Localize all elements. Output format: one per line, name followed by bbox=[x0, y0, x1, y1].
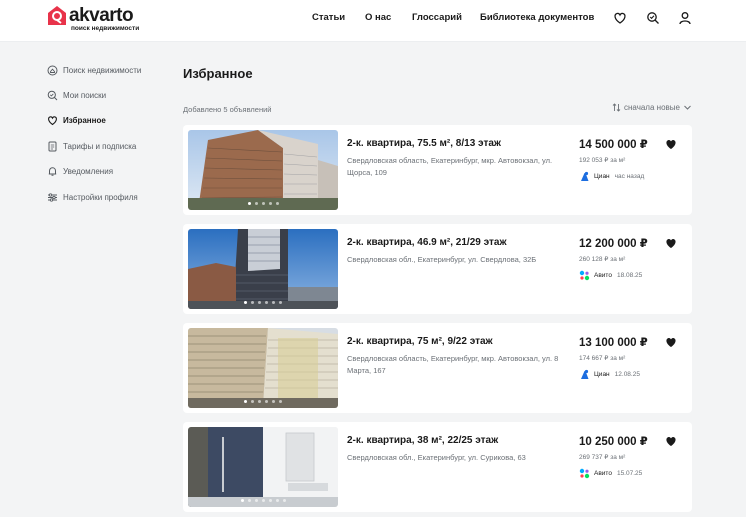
photo-dots[interactable] bbox=[188, 301, 338, 304]
listing-price: 14 500 000 ₽ bbox=[579, 139, 648, 151]
heart-icon bbox=[48, 115, 57, 125]
listing-title[interactable]: 2-к. квартира, 46.9 м², 21/29 этаж bbox=[347, 237, 507, 248]
interior-photo bbox=[188, 427, 338, 507]
price-per-meter: 174 667 ₽ за м² bbox=[579, 355, 626, 362]
cian-icon bbox=[581, 369, 589, 379]
search-home-icon bbox=[47, 65, 58, 75]
sidebar-item-property-search[interactable]: Поиск недвижимости bbox=[47, 62, 141, 78]
source-date: час назад bbox=[614, 172, 645, 180]
listing-card[interactable]: 2-к. квартира, 75.5 м², 8/13 этаж Свердл… bbox=[183, 125, 692, 215]
logo-house-icon bbox=[48, 6, 66, 25]
user-icon[interactable] bbox=[678, 11, 692, 25]
sidebar-item-tariffs[interactable]: Тарифы и подписка bbox=[47, 138, 136, 154]
logo-tagline: поиск недвижимости bbox=[71, 25, 140, 32]
sidebar-item-label: Поиск недвижимости bbox=[63, 65, 142, 75]
nav-about[interactable]: О нас bbox=[365, 12, 391, 23]
favorite-heart-icon[interactable] bbox=[665, 336, 677, 348]
listing-photo[interactable] bbox=[188, 130, 338, 210]
sidebar-item-notifications[interactable]: Уведомления bbox=[47, 163, 113, 179]
photo-dots[interactable] bbox=[188, 499, 338, 502]
sort-dropdown[interactable]: сначала новые bbox=[612, 103, 692, 112]
photo-dots[interactable] bbox=[188, 202, 338, 205]
building-photo bbox=[188, 328, 338, 408]
listing-price: 13 100 000 ₽ bbox=[579, 337, 648, 349]
listing-address: Свердловская обл., Екатеринбург, ул. Сур… bbox=[347, 453, 526, 462]
listing-card[interactable]: 2-к. квартира, 46.9 м², 21/29 этаж Сверд… bbox=[183, 224, 692, 314]
logo-text: akvarto bbox=[69, 5, 134, 26]
listing-title[interactable]: 2-к. квартира, 75.5 м², 8/13 этаж bbox=[347, 138, 501, 149]
source-name: Авито bbox=[594, 271, 612, 279]
chevron-down-icon bbox=[684, 105, 691, 110]
sidebar-item-label: Тарифы и подписка bbox=[63, 141, 137, 151]
avito-icon bbox=[579, 468, 590, 478]
building-photo bbox=[188, 229, 338, 309]
photo-dots[interactable] bbox=[188, 400, 338, 403]
listing-photo[interactable] bbox=[188, 328, 338, 408]
page-title: Избранное bbox=[183, 66, 253, 81]
document-icon bbox=[48, 141, 57, 151]
sidebar-item-favorites[interactable]: Избранное bbox=[47, 112, 106, 128]
listing-source[interactable]: Циан час назад bbox=[579, 170, 644, 182]
saved-search-icon[interactable] bbox=[646, 11, 660, 25]
sort-label: сначала новые bbox=[624, 103, 680, 112]
favorite-heart-icon[interactable] bbox=[665, 138, 677, 150]
listing-source[interactable]: Авито 15.07.25 bbox=[579, 467, 642, 479]
saved-search-icon bbox=[47, 90, 58, 100]
listing-price: 10 250 000 ₽ bbox=[579, 436, 648, 448]
avito-icon bbox=[579, 270, 590, 280]
listing-source[interactable]: Циан 12.08.25 bbox=[579, 368, 640, 380]
listing-photo[interactable] bbox=[188, 229, 338, 309]
listing-address: Свердловская область, Екатеринбург, мкр.… bbox=[347, 156, 553, 177]
sidebar-item-label: Настройки профиля bbox=[63, 192, 138, 202]
listing-card[interactable]: 2-к. квартира, 38 м², 22/25 этаж Свердло… bbox=[183, 422, 692, 512]
source-name: Авито bbox=[594, 469, 612, 477]
favorite-heart-icon[interactable] bbox=[665, 237, 677, 249]
logo[interactable]: akvarto поиск недвижимости bbox=[47, 5, 147, 35]
sidebar-item-label: Избранное bbox=[63, 115, 106, 125]
favorite-heart-icon[interactable] bbox=[665, 435, 677, 447]
heart-icon[interactable] bbox=[613, 11, 627, 25]
listing-title[interactable]: 2-к. квартира, 38 м², 22/25 этаж bbox=[347, 435, 498, 446]
cian-icon bbox=[581, 171, 589, 181]
source-name: Циан bbox=[594, 172, 610, 180]
listing-card[interactable]: 2-к. квартира, 75 м², 9/22 этаж Свердлов… bbox=[183, 323, 692, 413]
header: akvarto поиск недвижимости Статьи О нас … bbox=[0, 0, 746, 42]
price-per-meter: 192 053 ₽ за м² bbox=[579, 157, 626, 164]
listing-address: Свердловская область, Екатеринбург, мкр.… bbox=[347, 354, 559, 375]
sidebar-item-label: Уведомления bbox=[63, 166, 114, 176]
sort-icon bbox=[612, 103, 621, 112]
price-per-meter: 260 128 ₽ за м² bbox=[579, 256, 626, 263]
listing-title[interactable]: 2-к. квартира, 75 м², 9/22 этаж bbox=[347, 336, 493, 347]
source-date: 12.08.25 bbox=[614, 370, 640, 378]
sidebar-item-label: Мои поиски bbox=[63, 90, 107, 100]
nav-glossary[interactable]: Глоссарий bbox=[412, 12, 462, 23]
price-per-meter: 269 737 ₽ за м² bbox=[579, 454, 626, 461]
listings-count: Добавлено 5 объявлений bbox=[183, 105, 272, 114]
source-date: 15.07.25 bbox=[616, 469, 643, 477]
nav-documents-library[interactable]: Библиотека документов bbox=[480, 12, 594, 23]
listing-price: 12 200 000 ₽ bbox=[579, 238, 648, 250]
listing-source[interactable]: Авито 18.08.25 bbox=[579, 269, 642, 281]
source-name: Циан bbox=[594, 370, 610, 378]
source-date: 18.08.25 bbox=[616, 271, 643, 279]
nav-articles[interactable]: Статьи bbox=[312, 12, 345, 23]
building-photo bbox=[188, 130, 338, 210]
sliders-icon bbox=[48, 192, 57, 202]
sidebar-item-profile-settings[interactable]: Настройки профиля bbox=[47, 189, 138, 205]
sidebar-item-my-searches[interactable]: Мои поиски bbox=[47, 87, 106, 103]
listing-address: Свердловская обл., Екатеринбург, ул. Све… bbox=[347, 255, 537, 264]
listing-photo[interactable] bbox=[188, 427, 338, 507]
bell-icon bbox=[48, 166, 57, 176]
